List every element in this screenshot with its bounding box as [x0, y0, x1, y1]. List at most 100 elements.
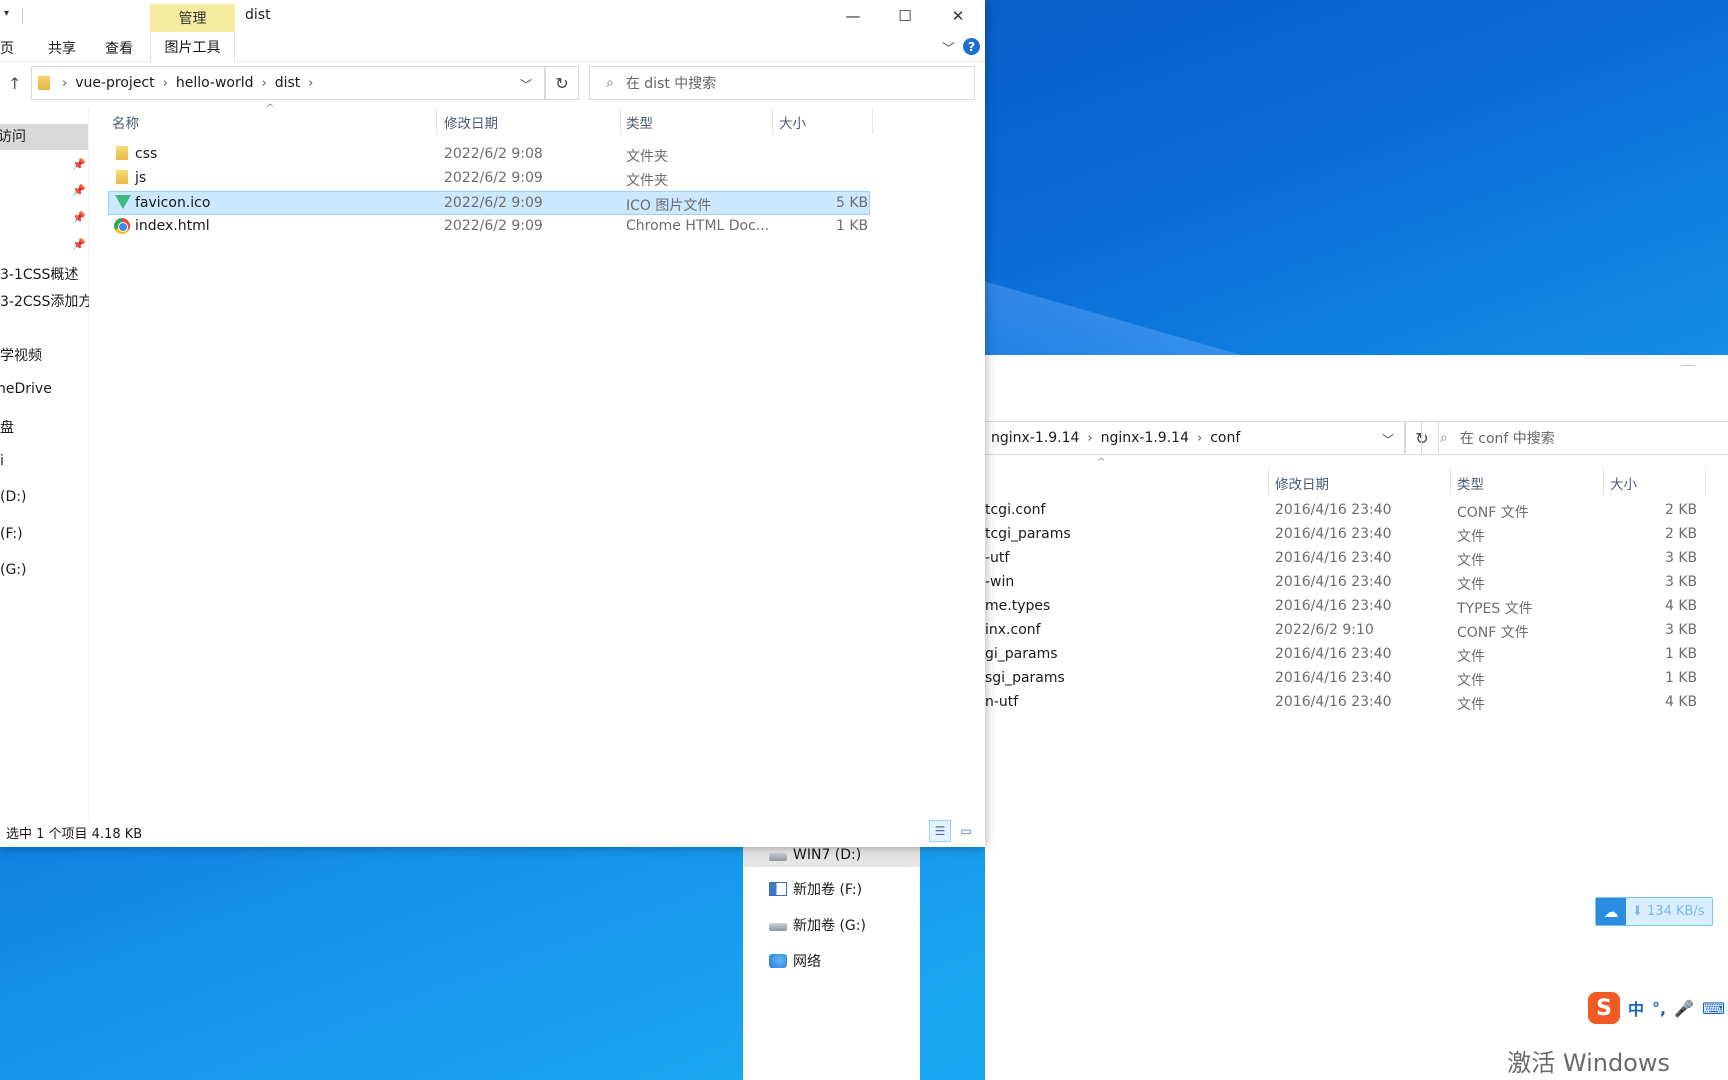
minimize-button[interactable]: —: [828, 0, 878, 32]
nav-item-netdisk[interactable]: 网盘: [0, 417, 14, 437]
tab-share[interactable]: 共享: [48, 38, 76, 58]
microphone-icon[interactable]: 🎤: [1674, 999, 1694, 1018]
nav-item-drive-g[interactable]: (G:): [0, 562, 27, 578]
column-type[interactable]: 类型: [626, 112, 653, 132]
address-bar[interactable]: › vue-project › hello-world › dist › ﹀: [31, 66, 545, 100]
file-row[interactable]: tcgi_params 2016/4/16 23:40 文件 2 KB: [985, 523, 1728, 547]
column-size[interactable]: 大小: [1610, 473, 1637, 493]
nav-item-network[interactable]: 网络: [769, 949, 821, 973]
breadcrumb-item[interactable]: vue-project: [75, 75, 154, 91]
tab-view[interactable]: 查看: [105, 38, 133, 58]
pin-icon[interactable]: 📌: [72, 158, 86, 171]
keyboard-icon[interactable]: ⌨: [1702, 999, 1725, 1018]
pin-icon[interactable]: 📌: [72, 184, 86, 197]
nav-item-drive-d[interactable]: (D:): [0, 489, 26, 505]
file-row[interactable]: -win 2016/4/16 23:40 文件 3 KB: [985, 571, 1728, 595]
column-date[interactable]: 修改日期: [1275, 473, 1329, 493]
maximize-button[interactable]: ☐: [880, 0, 930, 32]
file-row[interactable]: inx.conf 2022/6/2 9:10 CONF 文件 3 KB: [985, 619, 1728, 643]
file-row[interactable]: gi_params 2016/4/16 23:40 文件 1 KB: [985, 643, 1728, 667]
nav-item-css-add[interactable]: 3-2CSS添加方法: [0, 291, 89, 311]
quick-access-dropdown-icon[interactable]: ▾: [4, 8, 9, 19]
nav-label: 3-1CSS概述: [0, 267, 79, 283]
nav-item-css-overview[interactable]: 3-1CSS概述: [0, 264, 78, 284]
column-name[interactable]: 名称: [112, 112, 139, 132]
pin-icon[interactable]: 📌: [72, 238, 86, 251]
nav-item-drive-g[interactable]: 新加卷 (G:): [769, 913, 866, 937]
nav-item-drive-f[interactable]: (F:): [0, 526, 23, 542]
file-row[interactable]: index.html 2022/6/2 9:09 Chrome HTML Doc…: [108, 215, 870, 239]
nav-label: (F:): [0, 526, 23, 542]
file-row[interactable]: me.types 2016/4/16 23:40 TYPES 文件 4 KB: [985, 595, 1728, 619]
search-input[interactable]: ⌕ 在 dist 中搜索: [589, 66, 975, 100]
file-row[interactable]: n-utf 2016/4/16 23:40 文件 4 KB: [985, 691, 1728, 715]
tab-picture-tools[interactable]: 图片工具: [150, 32, 235, 62]
file-name: js: [135, 170, 147, 186]
pin-icon[interactable]: 📌: [72, 211, 86, 224]
ime-punctuation[interactable]: °,: [1652, 999, 1666, 1018]
file-row-selected[interactable]: favicon.ico 2022/6/2 9:09 ICO 图片文件 5 KB: [108, 191, 870, 215]
breadcrumb-item[interactable]: hello-world: [176, 75, 254, 91]
ime-mode[interactable]: 中: [1628, 996, 1644, 1020]
sogou-logo-icon[interactable]: S: [1588, 992, 1620, 1024]
address-bar[interactable]: nginx-1.9.14 › nginx-1.9.14 › conf ﹀: [985, 421, 1405, 455]
title-bar[interactable]: ▾ 管理 dist — ☐ ✕: [0, 0, 985, 32]
tab-manage[interactable]: 管理: [150, 4, 235, 32]
file-name: -win: [985, 574, 1015, 590]
file-list: css 2022/6/2 9:08 文件夹 js 2022/6/2 9:09 文…: [108, 143, 870, 239]
tab-home[interactable]: 主页: [0, 38, 14, 58]
column-divider: [1268, 467, 1269, 495]
nav-item-partial[interactable]: i: [0, 453, 4, 469]
file-type: 文件: [1457, 553, 1485, 569]
cloud-icon: ☁: [1596, 898, 1626, 925]
file-date: 2022/6/2 9:10: [1275, 622, 1374, 638]
column-size[interactable]: 大小: [779, 112, 806, 132]
nav-item-onedrive[interactable]: OneDrive: [0, 381, 52, 397]
nav-item-drive-f[interactable]: 新加卷 (F:): [769, 877, 862, 901]
file-row[interactable]: -utf 2016/4/16 23:40 文件 3 KB: [985, 547, 1728, 571]
column-divider: [872, 108, 873, 134]
minimize-button[interactable]: [1682, 365, 1694, 366]
nav-item-videos[interactable]: 教学视频: [0, 345, 42, 365]
file-type: 文件: [1457, 529, 1485, 545]
chevron-down-icon[interactable]: ﹀: [1382, 431, 1394, 448]
network-speed-widget[interactable]: ☁ ⬇ 134 KB/s: [1595, 897, 1713, 926]
refresh-button[interactable]: ↻: [545, 66, 579, 100]
expand-ribbon-icon[interactable]: ﹀: [942, 38, 955, 57]
file-name: index.html: [135, 218, 210, 234]
file-date: 2016/4/16 23:40: [1275, 574, 1392, 590]
folder-icon: [116, 146, 128, 160]
breadcrumb-item[interactable]: dist: [275, 75, 301, 91]
column-type[interactable]: 类型: [1457, 473, 1484, 493]
column-divider: [1450, 467, 1451, 495]
large-icons-view-button[interactable]: ▭: [955, 820, 977, 842]
file-type: 文件: [1457, 697, 1485, 713]
nav-item-quick-access[interactable]: 快速访问: [0, 124, 88, 150]
file-name: n-utf: [985, 694, 1019, 710]
breadcrumb-item[interactable]: conf: [1210, 430, 1240, 446]
file-size: 3 KB: [1665, 550, 1698, 566]
up-arrow-icon[interactable]: ↑: [8, 74, 21, 93]
file-row[interactable]: tcgi.conf 2016/4/16 23:40 CONF 文件 2 KB: [985, 499, 1728, 523]
explorer-window-dist[interactable]: ▾ 管理 dist — ☐ ✕ 主页 共享 查看 图片工具 ﹀ ? ↑ › vu…: [0, 0, 985, 847]
search-input[interactable]: ⌕ 在 conf 中搜索: [1421, 421, 1728, 455]
file-row[interactable]: sgi_params 2016/4/16 23:40 文件 1 KB: [985, 667, 1728, 691]
nav-label: 网盘: [0, 420, 14, 436]
breadcrumb-item[interactable]: nginx-1.9.14: [991, 430, 1079, 446]
breadcrumb-item[interactable]: nginx-1.9.14: [1101, 430, 1189, 446]
close-button[interactable]: ✕: [933, 0, 983, 32]
download-speed: ⬇ 134 KB/s: [1632, 904, 1705, 919]
file-date: 2016/4/16 23:40: [1275, 694, 1392, 710]
speed-value: 134 KB/s: [1647, 904, 1705, 919]
file-type: CONF 文件: [1457, 505, 1529, 521]
file-row[interactable]: js 2022/6/2 9:09 文件夹: [108, 167, 870, 191]
nav-label: 教学视频: [0, 348, 42, 364]
help-icon[interactable]: ?: [963, 38, 980, 55]
details-view-button[interactable]: ☰: [929, 820, 951, 842]
ime-toolbar[interactable]: S 中 °, 🎤 ⌨: [1588, 990, 1728, 1026]
explorer-window-conf[interactable]: nginx-1.9.14 › nginx-1.9.14 › conf ﹀ ↻ ⌕…: [985, 355, 1728, 1080]
file-list: tcgi.conf 2016/4/16 23:40 CONF 文件 2 KB tcgi…: [985, 499, 1728, 715]
chevron-down-icon[interactable]: ﹀: [520, 76, 532, 93]
file-row[interactable]: css 2022/6/2 9:08 文件夹: [108, 143, 870, 167]
column-date[interactable]: 修改日期: [444, 112, 498, 132]
